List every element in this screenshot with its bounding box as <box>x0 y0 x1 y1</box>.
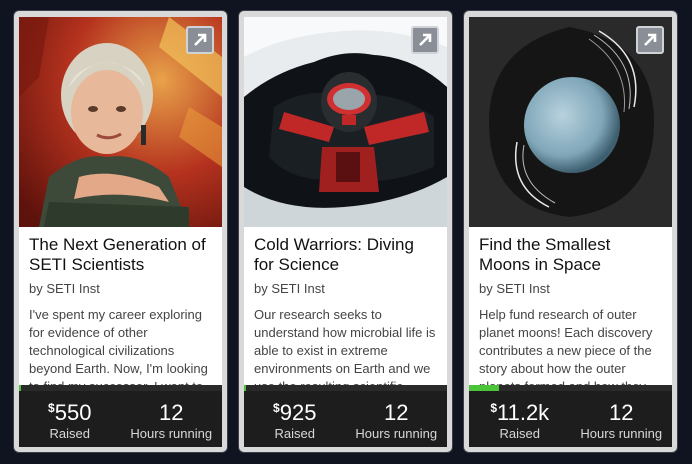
hours-stat: 12 Hours running <box>121 391 223 447</box>
raised-amount: 11.2k <box>497 400 550 425</box>
hours-value: 12 <box>384 400 409 425</box>
external-link-arrow-icon[interactable] <box>186 26 214 54</box>
card-content: Cold Warriors: Diving for Science by SET… <box>244 17 447 447</box>
campaign-stats: $925 Raised 12 Hours running <box>244 391 447 447</box>
campaign-description: Our research seeks to understand how mic… <box>254 307 436 394</box>
hours-value: 12 <box>609 400 634 425</box>
campaign-photo-uranus[interactable] <box>469 17 672 227</box>
campaign-description: I've spent my career exploring for evide… <box>29 307 208 394</box>
raised-label: Raised <box>49 426 90 441</box>
campaign-stats: $550 Raised 12 Hours running <box>19 391 222 447</box>
raised-label: Raised <box>499 426 540 441</box>
raised-stat: $925 Raised <box>244 391 346 447</box>
external-link-arrow-icon[interactable] <box>411 26 439 54</box>
raised-label: Raised <box>274 426 315 441</box>
hours-stat: 12 Hours running <box>346 391 448 447</box>
card-content: The Next Generation of SETI Scientists b… <box>19 17 222 447</box>
external-link-arrow-icon[interactable] <box>636 26 664 54</box>
hours-label: Hours running <box>580 426 663 441</box>
hours-value: 12 <box>159 400 184 425</box>
campaign-byline: by SETI Inst <box>254 281 325 296</box>
campaign-card-smallest-moons[interactable]: Find the Smallest Moons in Space by SETI… <box>464 11 677 452</box>
campaign-description: Help fund research of outer planet moons… <box>479 307 653 394</box>
raised-amount: 550 <box>54 400 92 425</box>
hours-label: Hours running <box>355 426 438 441</box>
campaign-title[interactable]: Find the Smallest Moons in Space <box>479 235 662 275</box>
raised-amount: 925 <box>279 400 317 425</box>
hours-stat: 12 Hours running <box>571 391 673 447</box>
campaign-card-seti-scientists[interactable]: The Next Generation of SETI Scientists b… <box>14 11 227 452</box>
campaign-card-cold-warriors[interactable]: Cold Warriors: Diving for Science by SET… <box>239 11 452 452</box>
campaign-photo-diver[interactable] <box>244 17 447 227</box>
currency-symbol: $ <box>48 401 55 415</box>
raised-stat: $550 Raised <box>19 391 121 447</box>
campaign-title[interactable]: The Next Generation of SETI Scientists <box>29 235 212 275</box>
campaign-title[interactable]: Cold Warriors: Diving for Science <box>254 235 437 275</box>
raised-stat: $11.2k Raised <box>469 391 571 447</box>
campaign-stats: $11.2k Raised 12 Hours running <box>469 391 672 447</box>
campaign-photo-portrait[interactable] <box>19 17 222 227</box>
currency-symbol: $ <box>273 401 280 415</box>
campaign-byline: by SETI Inst <box>479 281 550 296</box>
hours-label: Hours running <box>130 426 213 441</box>
campaign-byline: by SETI Inst <box>29 281 100 296</box>
currency-symbol: $ <box>490 401 497 415</box>
card-content: Find the Smallest Moons in Space by SETI… <box>469 17 672 447</box>
